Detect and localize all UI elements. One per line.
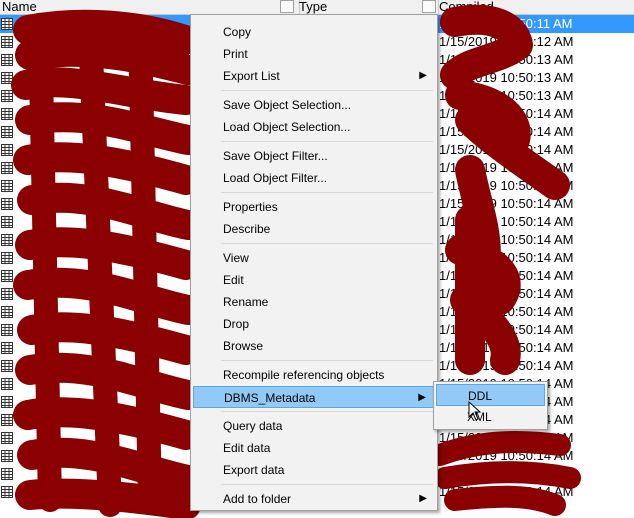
dbms-metadata-submenu: DDL XML: [433, 381, 548, 430]
menu-item-label: Export List: [223, 69, 280, 83]
menu-separator: [221, 243, 433, 244]
menu-item-edit[interactable]: Edit: [193, 269, 435, 291]
mouse-pointer-icon: [468, 401, 482, 421]
menu-item-print[interactable]: Print: [193, 43, 435, 65]
menu-item-edit-data[interactable]: Edit data: [193, 437, 435, 459]
menu-item-label: Save Object Filter...: [223, 149, 328, 163]
submenu-item-xml[interactable]: XML: [436, 406, 545, 428]
menu-item-recompile-referencing-objects[interactable]: Recompile referencing objects: [193, 364, 435, 386]
menu-separator: [221, 411, 433, 412]
menu-item-label: Browse: [223, 339, 264, 353]
menu-item-export-list[interactable]: Export List ▶: [193, 65, 435, 87]
menu-item-describe[interactable]: Describe: [193, 218, 435, 240]
menu-item-label: Load Object Selection...: [223, 120, 351, 134]
menu-item-label: Copy: [223, 25, 252, 39]
menu-item-load-object-selection[interactable]: Load Object Selection...: [193, 116, 435, 138]
menu-item-add-to-folder[interactable]: Add to folder ▶: [193, 488, 435, 510]
menu-item-export-data[interactable]: Export data: [193, 459, 435, 481]
menu-item-label: Properties: [223, 200, 278, 214]
menu-item-browse[interactable]: Browse: [193, 335, 435, 357]
menu-item-label: Export data: [223, 463, 285, 477]
menu-separator: [221, 360, 433, 361]
submenu-item-ddl[interactable]: DDL: [436, 384, 545, 406]
chevron-right-icon: ▶: [418, 392, 426, 403]
menu-item-load-object-filter[interactable]: Load Object Filter...: [193, 167, 435, 189]
context-menu: Copy Print Export List ▶ Save Object Sele…: [190, 14, 438, 511]
menu-item-query-data[interactable]: Query data: [193, 415, 435, 437]
menu-item-label: DBMS_Metadata: [224, 391, 316, 405]
menu-item-rename[interactable]: Rename: [193, 291, 435, 313]
menu-item-label: Recompile referencing objects: [223, 368, 385, 382]
menu-item-label: Load Object Filter...: [223, 171, 328, 185]
menu-item-view[interactable]: View: [193, 247, 435, 269]
menu-separator: [221, 141, 433, 142]
menu-item-save-object-selection[interactable]: Save Object Selection...: [193, 94, 435, 116]
menu-item-label: Add to folder: [223, 492, 292, 506]
menu-separator: [221, 90, 433, 91]
menu-item-label: Rename: [223, 295, 269, 309]
menu-item-label: Save Object Selection...: [223, 98, 352, 112]
menu-item-label: View: [223, 251, 249, 265]
menu-separator: [221, 484, 433, 485]
menu-item-label: Edit data: [223, 441, 271, 455]
menu-item-label: Drop: [223, 317, 250, 331]
menu-item-label: Print: [223, 47, 248, 61]
menu-item-label: Edit: [223, 273, 244, 287]
redaction-stroke: [429, 431, 581, 516]
chevron-right-icon: ▶: [419, 493, 427, 504]
menu-item-label: Describe: [223, 222, 271, 236]
menu-item-label: Query data: [223, 419, 283, 433]
menu-item-save-object-filter[interactable]: Save Object Filter...: [193, 145, 435, 167]
menu-item-properties[interactable]: Properties: [193, 196, 435, 218]
chevron-right-icon: ▶: [419, 70, 427, 81]
menu-item-dbms-metadata[interactable]: DBMS_Metadata ▶: [193, 386, 435, 408]
menu-separator: [221, 192, 433, 193]
redaction-stroke: [440, 4, 570, 375]
menu-item-copy[interactable]: Copy: [193, 21, 435, 43]
menu-item-drop[interactable]: Drop: [193, 313, 435, 335]
